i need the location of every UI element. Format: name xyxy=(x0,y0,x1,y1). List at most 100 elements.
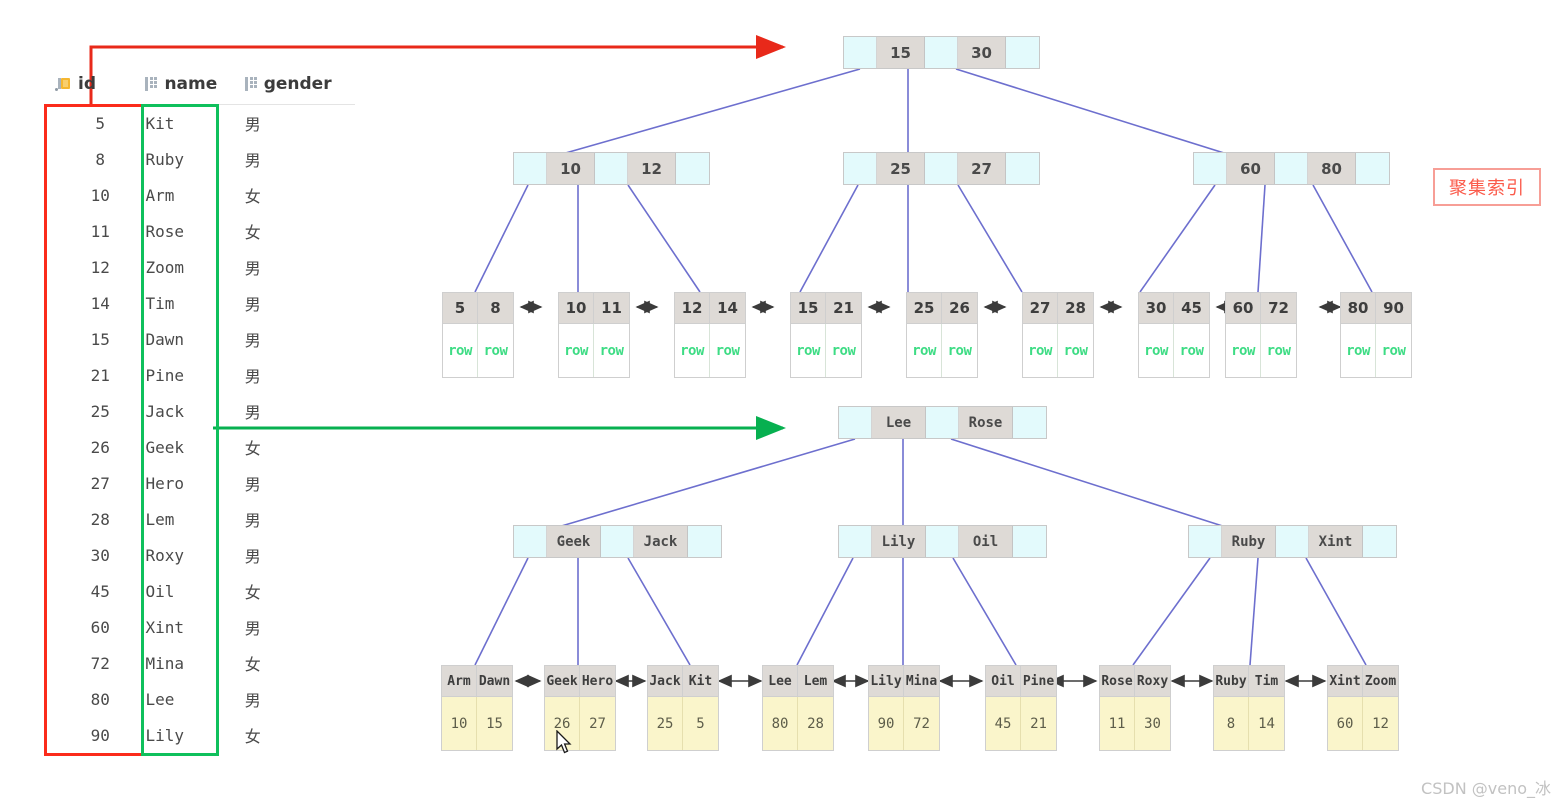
leaf-value-cell: row xyxy=(1381,342,1406,359)
cell-gender: 男 xyxy=(244,403,261,422)
table-header-row: id name gender xyxy=(55,74,355,105)
child-pointer-cell xyxy=(1275,153,1308,184)
column-header-id-label: id xyxy=(78,74,96,94)
leaf-value-cell: 10 xyxy=(442,697,477,750)
cell-gender: 女 xyxy=(244,187,261,206)
leaf-value-cell: 15 xyxy=(486,715,503,732)
cell-gender: 男 xyxy=(244,331,261,350)
child-pointer-cell xyxy=(844,153,877,184)
child-pointer-cell xyxy=(676,153,709,184)
child-pointer-cell xyxy=(839,526,872,557)
node-key-cell: 30 xyxy=(958,37,1006,68)
leaf-key-cell: 21 xyxy=(833,299,854,317)
child-pointer-cell xyxy=(595,153,628,184)
leaf-value-cell: 14 xyxy=(1258,715,1275,732)
leaf-value-cell: 90 xyxy=(869,697,904,750)
child-pointer-cell xyxy=(1363,526,1396,557)
leaf-key-cell: Lily xyxy=(869,666,904,696)
cell-gender: 女 xyxy=(244,655,261,674)
cell-gender: 男 xyxy=(244,547,261,566)
leaf-value-cell: 30 xyxy=(1144,715,1161,732)
child-pointer-cell xyxy=(1006,37,1039,68)
node-key-cell: 10 xyxy=(547,153,595,184)
leaf-key-row: 10 11 xyxy=(559,293,629,324)
name-column-highlight xyxy=(141,104,219,756)
node-key-cell: Oil xyxy=(959,526,1013,557)
leaf-value-cell: row xyxy=(791,324,826,377)
column-header-name[interactable]: name xyxy=(145,74,245,105)
child-pointer-cell xyxy=(514,153,547,184)
leaf-value-cell: row xyxy=(483,342,508,359)
leaf-key-cell: 27 xyxy=(1023,293,1058,323)
child-pointer-cell xyxy=(926,407,959,438)
cell-gender: 男 xyxy=(244,367,261,386)
clustered-index-label: 聚集索引 xyxy=(1433,168,1541,206)
leaf-node: 25 26 row row xyxy=(906,292,978,378)
leaf-key-cell: Arm xyxy=(442,666,477,696)
leaf-key-row: Rose Roxy xyxy=(1100,666,1170,697)
column-header-id[interactable]: id xyxy=(55,74,146,105)
cell-gender: 男 xyxy=(244,259,261,278)
leaf-value-row: row row xyxy=(1139,324,1209,377)
leaf-key-cell: Dawn xyxy=(478,673,511,689)
cell-gender: 男 xyxy=(244,511,261,530)
leaf-value-cell: row xyxy=(715,342,740,359)
cell-gender: 男 xyxy=(244,691,261,710)
leaf-node: Xint Zoom 60 12 xyxy=(1327,665,1399,751)
primary-key-icon xyxy=(55,77,72,91)
leaf-value-cell: 11 xyxy=(1100,697,1135,750)
leaf-value-row: row row xyxy=(907,324,977,377)
child-pointer-cell xyxy=(688,526,721,557)
leaf-node: 30 45 row row xyxy=(1138,292,1210,378)
child-pointer-cell xyxy=(1276,526,1309,557)
leaf-key-row: Oil Pine xyxy=(986,666,1056,697)
node-key-cell: Jack xyxy=(634,526,688,557)
leaf-key-row: Lee Lem xyxy=(763,666,833,697)
leaf-node: 60 72 row row xyxy=(1225,292,1297,378)
child-pointer-cell xyxy=(926,526,959,557)
leaf-value-cell: 45 xyxy=(986,697,1021,750)
internal-node: 60 80 xyxy=(1193,152,1390,185)
cell-gender: 女 xyxy=(244,727,261,746)
node-key-cell: Geek xyxy=(547,526,601,557)
leaf-key-row: Xint Zoom xyxy=(1328,666,1398,697)
leaf-node: Geek Hero 26 27 xyxy=(544,665,616,751)
cell-gender: 男 xyxy=(244,475,261,494)
leaf-value-cell: row xyxy=(947,342,972,359)
column-header-gender-label: gender xyxy=(263,74,332,94)
node-key-cell: 12 xyxy=(628,153,676,184)
leaf-key-cell: Roxy xyxy=(1136,673,1169,689)
cell-gender: 女 xyxy=(244,439,261,458)
column-grid-icon xyxy=(244,77,258,91)
leaf-value-row: 90 72 xyxy=(869,697,939,750)
node-key-cell: Lily xyxy=(872,526,926,557)
leaf-value-cell: row xyxy=(1341,324,1376,377)
leaf-value-row: 25 5 xyxy=(648,697,718,750)
leaf-value-cell: row xyxy=(599,342,624,359)
leaf-value-cell: row xyxy=(1063,342,1088,359)
leaf-value-row: row row xyxy=(1226,324,1296,377)
leaf-node: 12 14 row row xyxy=(674,292,746,378)
leaf-value-row: row row xyxy=(443,324,513,377)
node-key-cell: Rose xyxy=(959,407,1013,438)
leaf-value-row: 8 14 xyxy=(1214,697,1284,750)
leaf-value-cell: 72 xyxy=(913,715,930,732)
leaf-value-cell: 12 xyxy=(1372,715,1389,732)
column-header-gender[interactable]: gender xyxy=(244,74,355,105)
child-pointer-cell xyxy=(601,526,634,557)
cell-gender: 男 xyxy=(244,151,261,170)
child-pointer-cell xyxy=(925,37,958,68)
leaf-value-cell: 5 xyxy=(696,715,705,732)
leaf-value-cell: row xyxy=(1139,324,1174,377)
cell-gender: 女 xyxy=(244,583,261,602)
leaf-value-cell: row xyxy=(1023,324,1058,377)
leaf-key-row: 60 72 xyxy=(1226,293,1296,324)
leaf-value-cell: row xyxy=(443,324,478,377)
leaf-key-cell: Lem xyxy=(803,673,828,689)
child-pointer-cell xyxy=(1189,526,1222,557)
leaf-node: Lee Lem 80 28 xyxy=(762,665,834,751)
leaf-value-cell: row xyxy=(907,324,942,377)
leaf-value-cell: row xyxy=(831,342,856,359)
leaf-node: Rose Roxy 11 30 xyxy=(1099,665,1171,751)
child-pointer-cell xyxy=(844,37,877,68)
